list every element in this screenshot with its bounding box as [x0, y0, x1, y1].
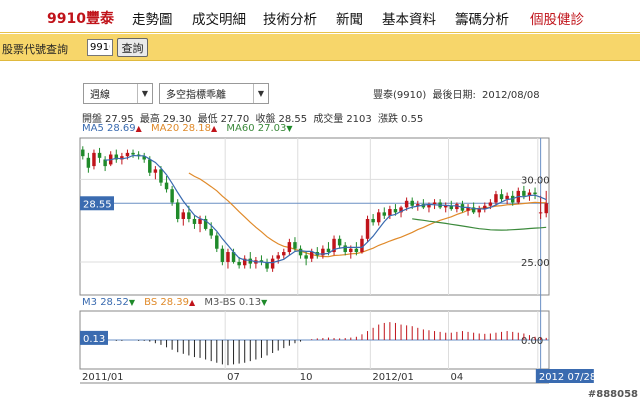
watermark: #888058 [587, 389, 638, 400]
candle-body [393, 209, 398, 213]
candle-body [287, 242, 292, 253]
candle-body [276, 255, 280, 259]
candle-body [477, 209, 481, 213]
candle-body [181, 212, 186, 219]
candle-body [522, 190, 526, 196]
candle-body [293, 242, 297, 249]
candle-body [499, 194, 504, 200]
candle-body [81, 149, 85, 157]
candle-body [404, 200, 409, 208]
candle-body [131, 152, 135, 155]
candle-body [544, 203, 548, 214]
candle-body [92, 152, 96, 167]
x-tick-label: 10 [300, 372, 313, 383]
candle-body [198, 218, 202, 224]
candle-body [86, 157, 91, 168]
candle-body [298, 248, 303, 256]
x-tick-label: 2012/01 [372, 372, 414, 383]
x-tick-label: 04 [451, 372, 464, 383]
candle-body [326, 248, 331, 253]
candle-body [97, 152, 102, 158]
candle-body [538, 212, 543, 214]
candle-body [494, 194, 498, 203]
candle-body [337, 238, 342, 246]
candle-body [270, 258, 275, 269]
candle-body [309, 252, 314, 259]
y-tick-label: 25.00 [521, 258, 550, 269]
candle-body [187, 212, 191, 219]
price-chart[interactable]: 2011/01 07 10 2012/01 04 2012 07/28 30.00 25.00… [0, 0, 640, 406]
candle-body [349, 248, 353, 253]
candle-body [354, 248, 359, 253]
y-tick-label: 30.00 [521, 175, 550, 186]
candle-body [410, 200, 414, 206]
indicator-value-label: 0.13 [83, 334, 105, 345]
candle-body [159, 169, 163, 183]
candle-body [175, 202, 180, 219]
candle-body [343, 245, 347, 253]
candle-body [220, 248, 225, 262]
candle-body [215, 235, 219, 249]
x-tick-label: 07 [227, 372, 240, 383]
candle-body [505, 195, 509, 200]
candle-body [488, 202, 493, 206]
candle-body [365, 218, 370, 239]
x-tick-label: 2011/01 [82, 372, 124, 383]
candle-body [371, 218, 375, 223]
candle-body [125, 152, 130, 157]
candle-body [148, 159, 152, 173]
candle-body [360, 238, 364, 253]
x-tick-label: 2012 07/28 [539, 372, 596, 383]
candle-body [388, 209, 392, 216]
candle-body [533, 192, 537, 195]
candle-body [153, 169, 158, 173]
candle-body [192, 218, 197, 224]
candle-body [382, 212, 387, 216]
candle-body [209, 228, 213, 236]
candle-body [226, 252, 230, 262]
current-price-label: 28.55 [83, 199, 112, 210]
candle-body [237, 261, 241, 266]
candle-body [376, 212, 381, 223]
candle-body [170, 189, 174, 203]
candle-body [282, 252, 286, 256]
candle-body [432, 202, 437, 205]
candle-body [164, 182, 169, 190]
candle-body [304, 255, 308, 259]
